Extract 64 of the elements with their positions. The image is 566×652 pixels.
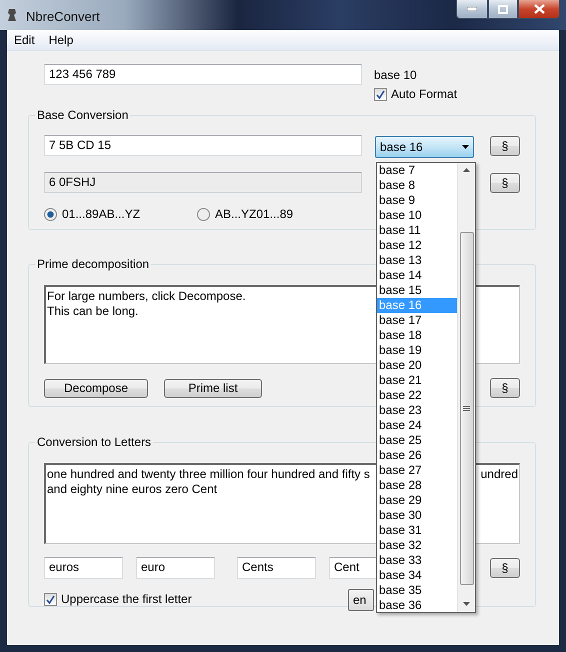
unit-input[interactable]: euro — [136, 557, 215, 579]
dropdown-option[interactable]: base 24 — [377, 418, 457, 433]
close-icon — [534, 4, 544, 14]
dropdown-option[interactable]: base 28 — [377, 478, 457, 493]
dropdown-option[interactable]: base 12 — [377, 238, 457, 253]
dropdown-option[interactable]: base 30 — [377, 508, 457, 523]
menu-item[interactable]: Help — [42, 33, 80, 47]
radio-dot-icon — [47, 210, 54, 218]
radio-option[interactable]: 01...89AB...YZ — [44, 207, 197, 221]
dropdown-option[interactable]: base 29 — [377, 493, 457, 508]
result-input[interactable]: 7 5B CD 15 — [44, 135, 362, 156]
unit-input[interactable]: Cents — [237, 557, 316, 579]
action-button[interactable]: Decompose — [44, 378, 148, 398]
dropdown-option[interactable]: base 31 — [377, 523, 457, 538]
auto-format-checkbox[interactable]: Auto Format — [374, 87, 458, 101]
dropdown-option[interactable]: base 13 — [377, 253, 457, 268]
paragraph-button[interactable]: § — [490, 172, 520, 192]
action-button[interactable]: Prime list — [164, 378, 262, 398]
base-select[interactable]: base 16 — [375, 136, 474, 158]
scrollbar-thumb[interactable] — [460, 232, 474, 585]
paragraph-button[interactable]: § — [490, 136, 520, 156]
unit-input[interactable]: euros — [44, 557, 123, 579]
dropdown-option[interactable]: base 19 — [377, 343, 457, 358]
dropdown-option[interactable]: base 15 — [377, 283, 457, 298]
dropdown-option[interactable]: base 27 — [377, 463, 457, 478]
maximize-button[interactable] — [488, 0, 518, 19]
paragraph-button[interactable]: § — [490, 378, 520, 398]
number-input[interactable]: 123 456 789 — [44, 64, 362, 85]
dropdown-option[interactable]: base 22 — [377, 388, 457, 403]
dropdown-option[interactable]: base 14 — [377, 268, 457, 283]
dropdown-option[interactable]: base 10 — [377, 208, 457, 223]
dropdown-option[interactable]: base 17 — [377, 313, 457, 328]
minimize-icon — [467, 7, 477, 11]
uppercase-checkbox[interactable]: Uppercase the first letter — [44, 592, 192, 606]
paragraph-button[interactable]: § — [490, 558, 520, 578]
close-button[interactable] — [518, 0, 560, 19]
dropdown-option[interactable]: base 25 — [377, 433, 457, 448]
dropdown-option[interactable]: base 7 — [377, 163, 457, 178]
dropdown-option[interactable]: base 11 — [377, 223, 457, 238]
result-output: 6 0FSHJ — [44, 172, 362, 193]
dropdown-option[interactable]: base 8 — [377, 178, 457, 193]
maximize-icon — [498, 4, 508, 14]
scroll-down-icon[interactable] — [463, 602, 470, 606]
dropdown-option[interactable]: base 23 — [377, 403, 457, 418]
app-icon — [6, 7, 18, 23]
dropdown-option[interactable]: base 36 — [377, 598, 457, 613]
language-select[interactable]: en — [348, 589, 374, 611]
base-label: base 10 — [374, 68, 418, 82]
dropdown-option[interactable]: base 35 — [377, 583, 457, 598]
dropdown-option[interactable]: base 21 — [377, 373, 457, 388]
caret-icon — [462, 145, 469, 149]
dropdown-option[interactable]: base 9 — [377, 193, 457, 208]
scroll-up-icon[interactable] — [463, 168, 470, 172]
minimize-button[interactable] — [456, 0, 488, 19]
check-icon — [376, 90, 385, 98]
group-title: Base Conversion — [36, 108, 130, 122]
group-title: Conversion to Letters — [36, 435, 152, 449]
menu-item[interactable]: Edit — [7, 33, 42, 47]
dropdown-option[interactable]: base 26 — [377, 448, 457, 463]
dropdown-option[interactable]: base 18 — [377, 328, 457, 343]
radio-option[interactable]: AB...YZ01...89 — [197, 207, 294, 221]
window-title: NbreConvert — [26, 9, 100, 24]
group-title: Prime decomposition — [36, 257, 150, 271]
check-icon — [46, 594, 55, 604]
